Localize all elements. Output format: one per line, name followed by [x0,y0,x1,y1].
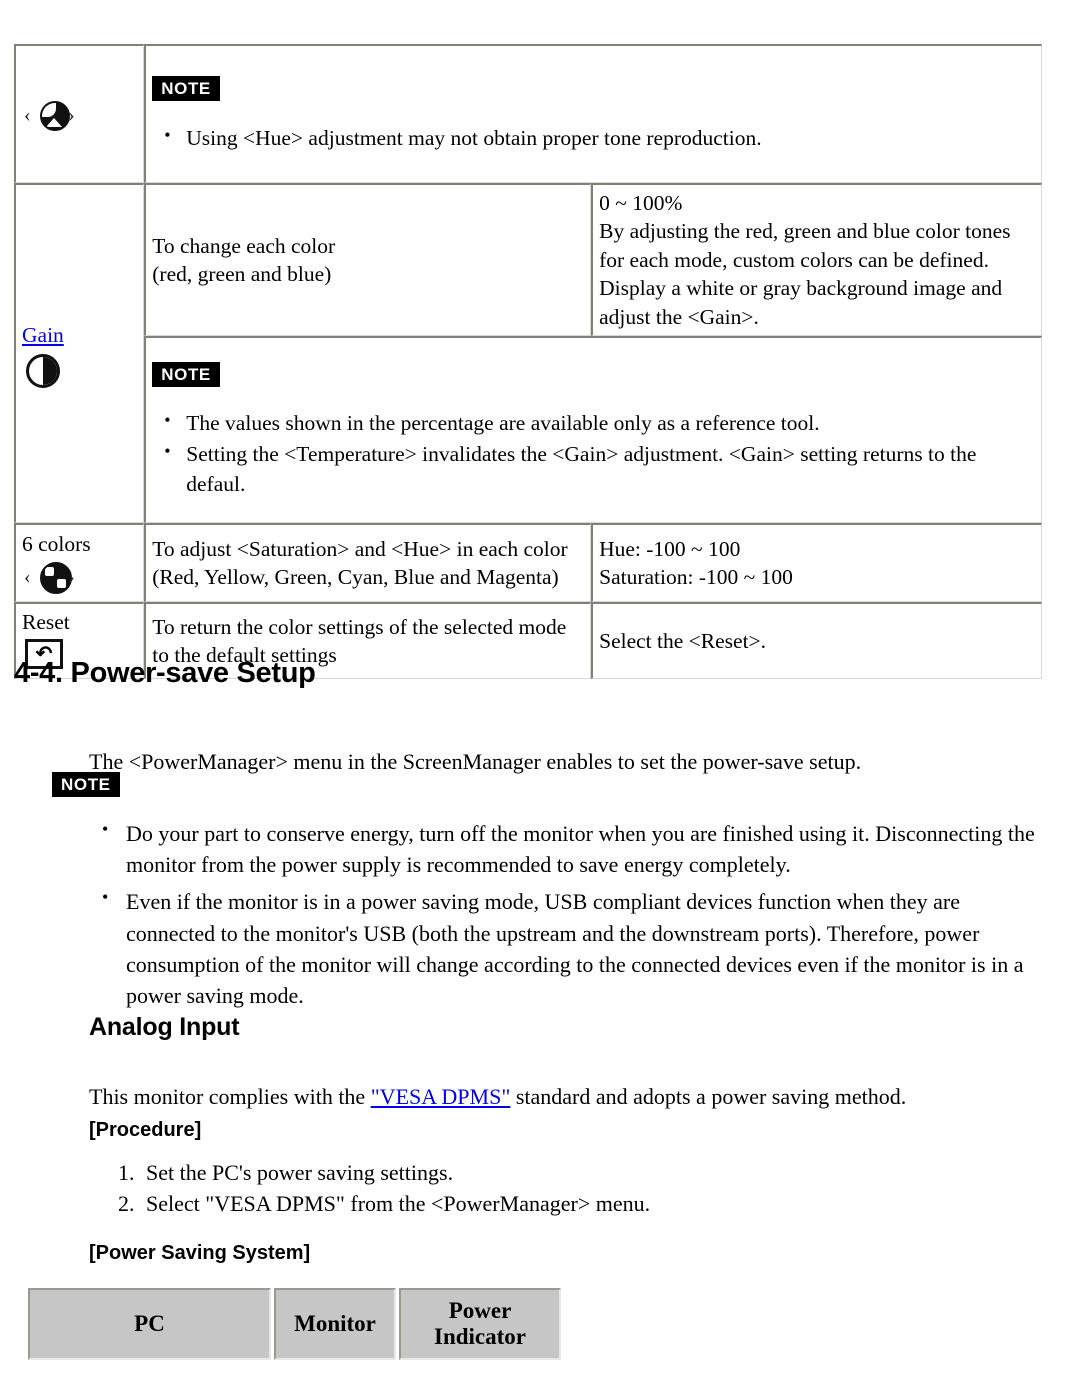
spec-range-cell: 0 ~ 100% By adjusting the red, green and… [591,183,1042,336]
list-item: The values shown in the percentage are a… [164,408,1035,438]
six-colors-icon: ‹ › [22,560,137,595]
table-row: NOTE The values shown in the percentage … [14,335,1042,523]
list-item: Even if the monitor is in a power saving… [100,885,1045,1011]
hue-color-circle-icon: ‹ › [22,98,137,132]
description-line-1: To return the color settings of the sele… [152,614,567,639]
note-badge-row: NOTE [52,772,120,797]
vesa-paragraph: This monitor complies with the "VESA DPM… [89,1083,1019,1112]
range-line: adjust the <Gain>. [599,304,759,329]
spec-label-cell-six-colors: 6 colors ‹ › [14,522,145,602]
list-item: Set the PC's power saving settings. [140,1157,1040,1188]
description-line-2: (red, green and blue) [152,261,332,286]
spec-label: Reset [22,610,70,635]
note-badge: NOTE [152,76,220,102]
procedure-step-list: Set the PC's power saving settings. Sele… [95,1157,1040,1219]
range-line: Select the <Reset>. [599,628,767,653]
vesa-dpms-link[interactable]: "VESA DPMS" [371,1084,511,1109]
table-row: 6 colors ‹ › To adjust <Saturation> and … [14,522,1042,602]
spec-range-cell: Select the <Reset>. [591,601,1042,679]
note-bullet-list: The values shown in the percentage are a… [152,408,1035,499]
range-line: 0 ~ 100% [599,191,683,215]
list-item: Using <Hue> adjustment may not obtain pr… [164,123,1035,153]
power-saving-system-table: PC Monitor Power Indicator [25,1288,564,1360]
power-saving-system-label: [Power Saving System] [89,1242,311,1264]
description-line-2: (Red, Yellow, Green, Cyan, Blue and Mage… [152,564,559,589]
note-badge-row: NOTE [152,359,1035,387]
column-header-monitor: Monitor [274,1288,396,1360]
description-line-1: To change each color [152,233,336,258]
vesa-text-before: This monitor complies with the [89,1084,371,1109]
range-line: for each mode, custom colors can be defi… [599,247,989,272]
table-row: ‹ › NOTE Using <Hue> adjustment may not … [14,44,1042,183]
spec-description-cell: To adjust <Saturation> and <Hue> in each… [144,522,592,602]
page-title: 4-4. Power-save Setup [14,657,316,689]
spec-description-cell: To change each color (red, green and blu… [144,183,592,336]
vesa-text-after: standard and adopts a power saving metho… [510,1084,907,1109]
range-line: Saturation: -100 ~ 100 [599,564,793,589]
column-header-power-indicator: Power Indicator [399,1288,561,1360]
table-header-row: PC Monitor Power Indicator [28,1288,561,1360]
list-item: Setting the <Temperature> invalidates th… [164,439,1035,498]
note-cell: NOTE The values shown in the percentage … [144,335,1042,523]
procedure-label: [Procedure] [89,1119,202,1141]
gain-link[interactable]: Gain [22,321,64,349]
spec-label: 6 colors [22,532,91,557]
contrast-circle-icon [22,352,137,388]
spec-label-cell: ‹ › [14,44,145,183]
section-intro-paragraph: The <PowerManager> menu in the ScreenMan… [89,749,862,774]
list-item: Select "VESA DPMS" from the <PowerManage… [140,1188,1040,1219]
note-bullet-list: Using <Hue> adjustment may not obtain pr… [152,123,1035,153]
spec-range-cell: Hue: -100 ~ 100 Saturation: -100 ~ 100 [591,522,1042,602]
color-settings-spec-table: ‹ › NOTE Using <Hue> adjustment may not … [14,44,1042,679]
note-cell: NOTE Using <Hue> adjustment may not obta… [144,44,1042,183]
section-note-bullet-list: Do your part to conserve energy, turn of… [100,817,1045,1017]
range-line: By adjusting the red, green and blue col… [599,219,1011,244]
list-item: Do your part to conserve energy, turn of… [100,817,1045,880]
table-row: Gain To change each color (red, green an… [14,183,1042,523]
note-badge: NOTE [52,772,120,797]
column-header-pc: PC [28,1288,271,1360]
description-line-1: To adjust <Saturation> and <Hue> in each… [152,536,568,561]
note-badge-row: NOTE [152,73,1035,102]
analog-input-heading: Analog Input [89,1013,240,1041]
range-line: Hue: -100 ~ 100 [599,536,741,561]
note-badge: NOTE [152,361,220,387]
spec-label-cell-gain: Gain [14,183,145,523]
range-line: Display a white or gray background image… [599,276,1003,301]
